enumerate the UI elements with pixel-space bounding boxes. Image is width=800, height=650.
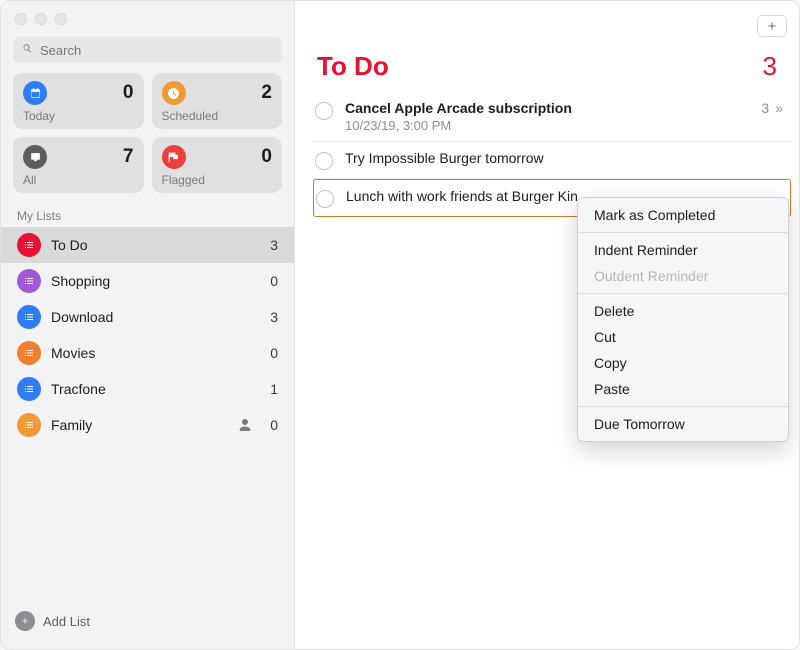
add-list-button[interactable]: Add List: [1, 603, 294, 639]
subtask-indicator[interactable]: 3»: [761, 100, 787, 116]
menu-item-delete[interactable]: Delete: [578, 298, 788, 324]
list-icon: [17, 233, 41, 257]
smart-list-all[interactable]: 7 All: [13, 137, 144, 193]
list-icon: [17, 305, 41, 329]
smart-list-flagged[interactable]: 0 Flagged: [152, 137, 283, 193]
toolbar: [295, 1, 799, 45]
calendar-icon: [23, 81, 47, 105]
list-icon: [17, 341, 41, 365]
list-title: To Do: [317, 51, 389, 82]
complete-radio[interactable]: [315, 102, 333, 120]
close-window-icon[interactable]: [15, 13, 27, 25]
menu-item-cut[interactable]: Cut: [578, 324, 788, 350]
sidebar-list-to-do[interactable]: To Do 3: [1, 227, 294, 263]
list-name: Family: [51, 417, 226, 433]
list-count: 0: [270, 345, 278, 361]
smart-list-count: 0: [123, 82, 134, 104]
list-count: 3: [270, 237, 278, 253]
window-controls: [1, 1, 294, 35]
smart-list-today[interactable]: 0 Today: [13, 73, 144, 129]
list-count: 1: [270, 381, 278, 397]
sidebar-list-shopping[interactable]: Shopping 0: [1, 263, 294, 299]
search-icon: [21, 42, 40, 58]
chevron-right-icon: »: [775, 100, 783, 116]
search-input[interactable]: [40, 43, 274, 58]
list-header: To Do 3: [295, 45, 799, 92]
list-count: 0: [270, 273, 278, 289]
menu-item-outdent-reminder: Outdent Reminder: [578, 263, 788, 289]
list-icon: [17, 413, 41, 437]
list-name: To Do: [51, 237, 260, 253]
menu-item-indent-reminder[interactable]: Indent Reminder: [578, 237, 788, 263]
plus-icon: [15, 611, 35, 631]
smart-list-scheduled[interactable]: 2 Scheduled: [152, 73, 283, 129]
list-count: 3: [270, 309, 278, 325]
complete-radio[interactable]: [316, 190, 334, 208]
smart-list-count: 2: [261, 82, 272, 104]
reminder-title: Try Impossible Burger tomorrow: [345, 150, 787, 166]
list-count: 0: [270, 417, 278, 433]
list-icon: [17, 377, 41, 401]
smart-lists: 0 Today 2 Scheduled 7 All 0 Flagged: [1, 73, 294, 203]
reminder-row[interactable]: Try Impossible Burger tomorrow: [313, 142, 791, 179]
flag-icon: [162, 145, 186, 169]
menu-item-copy[interactable]: Copy: [578, 350, 788, 376]
search-field[interactable]: [13, 37, 282, 63]
zoom-window-icon[interactable]: [55, 13, 67, 25]
reminders-window: 0 Today 2 Scheduled 7 All 0 Flagged My Lists To…: [0, 0, 800, 650]
menu-item-due-tomorrow[interactable]: Due Tomorrow: [578, 411, 788, 437]
list-count: 3: [763, 51, 777, 82]
sidebar: 0 Today 2 Scheduled 7 All 0 Flagged My Lists To…: [1, 1, 295, 649]
smart-list-count: 7: [123, 146, 134, 168]
menu-separator: [578, 406, 788, 407]
sidebar-list-tracfone[interactable]: Tracfone 1: [1, 371, 294, 407]
sidebar-list-movies[interactable]: Movies 0: [1, 335, 294, 371]
smart-list-count: 0: [261, 146, 272, 168]
reminder-row[interactable]: Cancel Apple Arcade subscription 10/23/19…: [313, 92, 791, 142]
sidebar-list-download[interactable]: Download 3: [1, 299, 294, 335]
clock-icon: [162, 81, 186, 105]
minimize-window-icon[interactable]: [35, 13, 47, 25]
list-name: Tracfone: [51, 381, 260, 397]
menu-separator: [578, 293, 788, 294]
shared-icon: [236, 416, 254, 434]
my-lists-heading: My Lists: [1, 203, 294, 227]
add-list-label: Add List: [43, 614, 90, 629]
smart-list-label: All: [23, 173, 134, 187]
list-name: Movies: [51, 345, 260, 361]
smart-list-label: Flagged: [162, 173, 273, 187]
smart-list-label: Today: [23, 109, 134, 123]
smart-list-label: Scheduled: [162, 109, 273, 123]
menu-separator: [578, 232, 788, 233]
inbox-icon: [23, 145, 47, 169]
menu-item-paste[interactable]: Paste: [578, 376, 788, 402]
list-name: Download: [51, 309, 260, 325]
add-reminder-button[interactable]: [757, 15, 787, 37]
my-lists: To Do 3 Shopping 0 Download 3 Movies 0 Tracfone 1…: [1, 227, 294, 443]
subtask-count: 3: [761, 100, 769, 116]
reminder-subtitle: 10/23/19, 3:00 PM: [345, 118, 761, 133]
context-menu: Mark as Completed Indent ReminderOutdent …: [577, 197, 789, 442]
list-icon: [17, 269, 41, 293]
sidebar-list-family[interactable]: Family 0: [1, 407, 294, 443]
complete-radio[interactable]: [315, 152, 333, 170]
menu-item-mark-as-completed[interactable]: Mark as Completed: [578, 202, 788, 228]
reminder-title: Cancel Apple Arcade subscription: [345, 100, 761, 116]
list-name: Shopping: [51, 273, 260, 289]
